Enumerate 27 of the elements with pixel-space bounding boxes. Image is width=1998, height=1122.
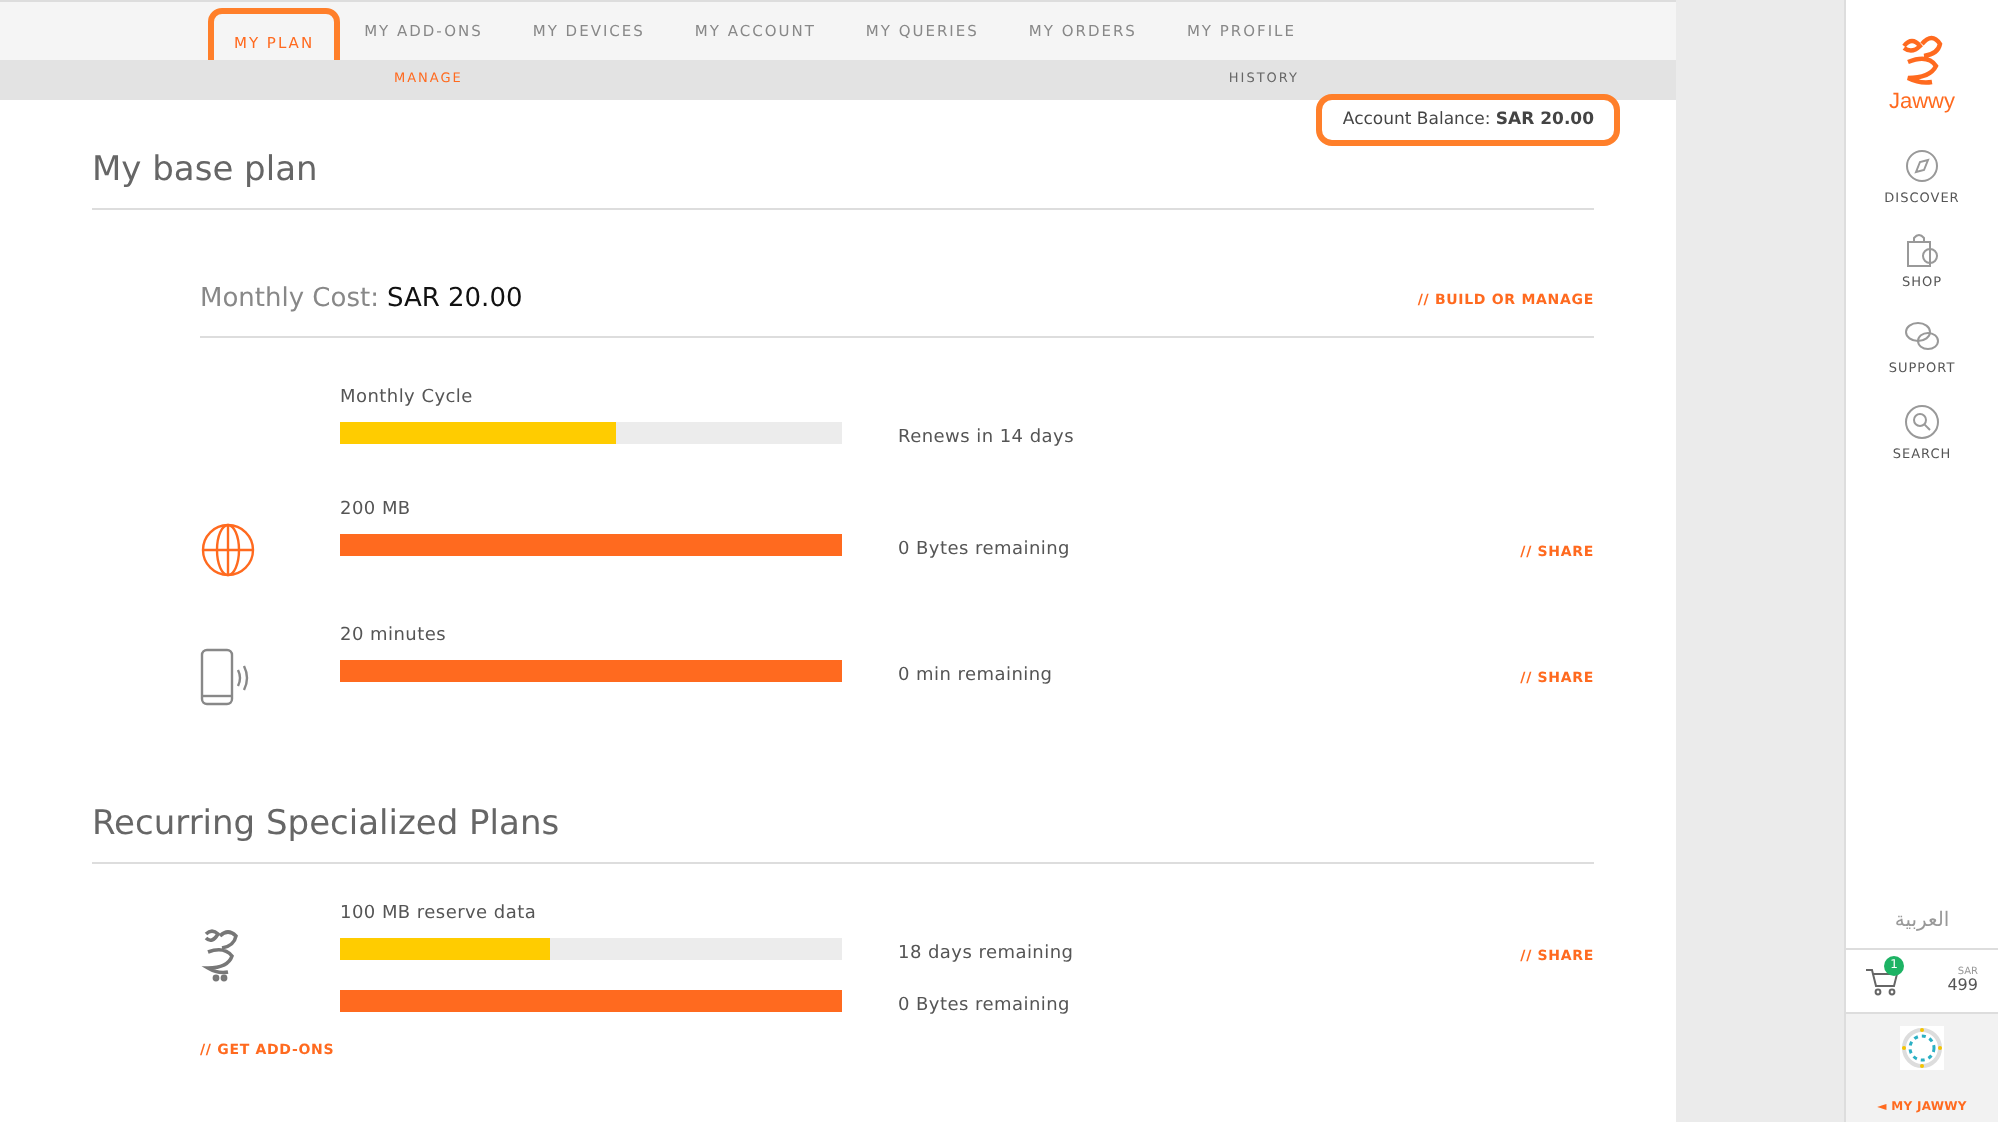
search-icon: [1904, 403, 1940, 440]
phone-icon: [200, 648, 252, 708]
usage-label: 200 MB: [340, 498, 413, 522]
flower-pattern-icon: [1900, 1026, 1944, 1070]
language-link[interactable]: العربية: [1846, 906, 1998, 948]
shopping-bag-icon: [1904, 232, 1940, 269]
compass-icon: [1903, 147, 1940, 183]
usage-reading: 0 Bytes remaining: [898, 538, 1070, 564]
usage-reading: 0 Bytes remaining: [898, 993, 1070, 1019]
cart-amount: 499: [1947, 978, 1978, 994]
shopping-cart-icon: [1866, 967, 1898, 995]
logo-mark-icon: [1900, 34, 1944, 86]
globe-icon: [200, 522, 256, 578]
usage-label: 100 MB reserve data: [340, 902, 539, 926]
cost-value: SAR 20.00: [386, 282, 523, 318]
cost-label: Monthly Cost:: [200, 282, 379, 318]
section-title: My base plan: [92, 150, 1594, 210]
usage-reading: Renews in 14 days: [898, 425, 1074, 451]
logo-text: Jawwy: [1888, 88, 1955, 118]
usage-reading: 18 days remaining: [898, 942, 1074, 968]
chat-bubbles-icon: [1903, 318, 1940, 354]
account-balance-badge: Account Balance: SAR 20.00: [1316, 94, 1620, 146]
section-title: Recurring Specialized Plans: [92, 804, 1594, 864]
brand-mark-icon: [200, 926, 240, 982]
usage-reading: 0 min remaining: [898, 664, 1053, 690]
usage-label: 20 minutes: [340, 624, 448, 648]
usage-label: Monthly Cycle: [340, 385, 475, 409]
